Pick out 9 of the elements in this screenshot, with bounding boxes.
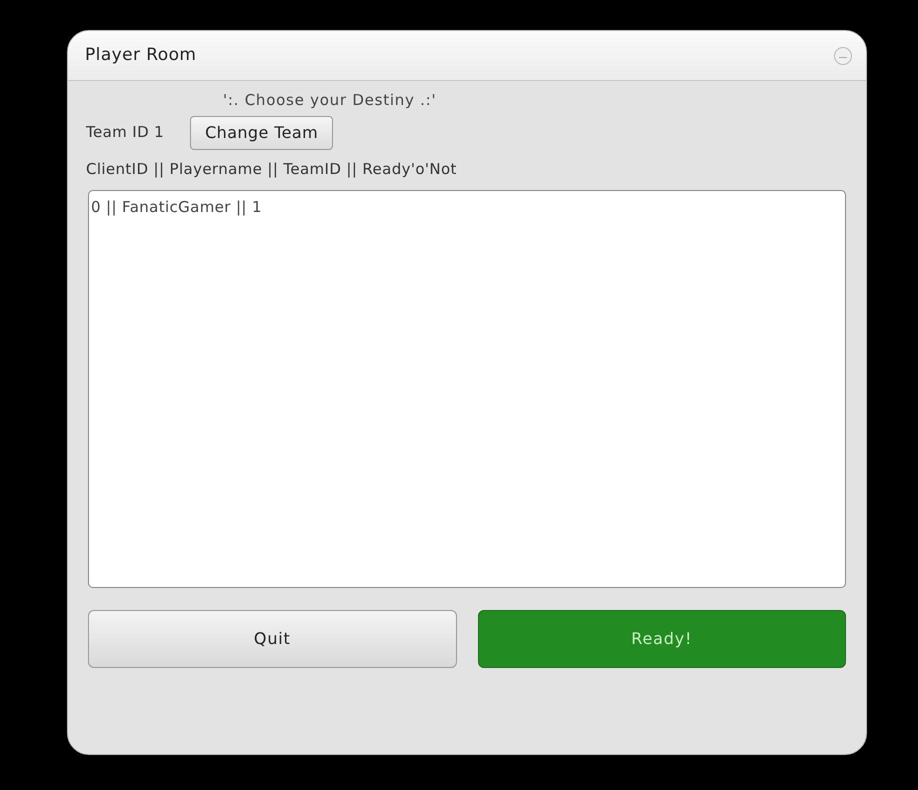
team-label: Team ID 1: [86, 122, 164, 144]
minimize-icon: [839, 57, 847, 58]
subtitle: ':. Choose your Destiny .:': [223, 90, 438, 111]
player-row[interactable]: 0 || FanaticGamer || 1: [91, 197, 843, 217]
window-title: Player Room: [85, 44, 196, 67]
list-header: ClientID || Playername || TeamID || Ready'o'Not: [86, 158, 458, 180]
quit-button[interactable]: Quit: [88, 610, 456, 668]
minimize-button[interactable]: [834, 46, 852, 64]
change-team-button[interactable]: Change Team: [190, 116, 334, 150]
